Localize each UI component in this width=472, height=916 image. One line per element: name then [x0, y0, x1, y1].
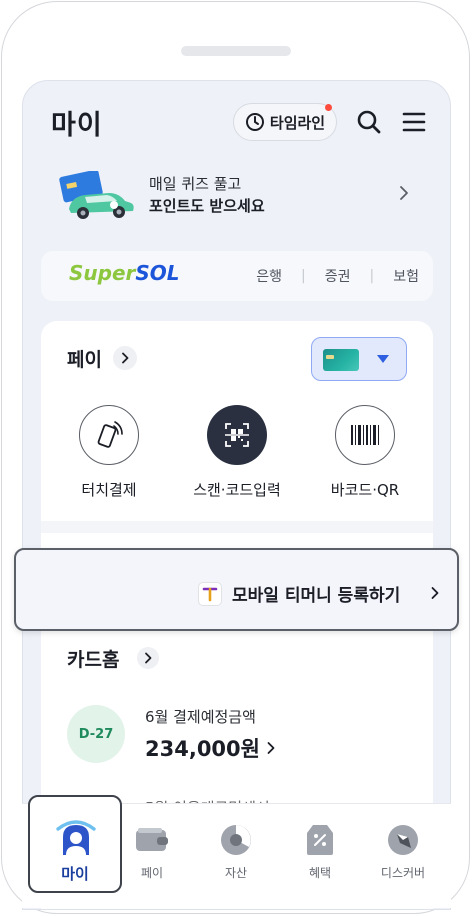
supersol-strip: SuperSOL 은행 | 증권 | 보험 [41, 251, 433, 301]
supersol-link-insurance[interactable]: 보험 [387, 266, 425, 286]
supersol-logo[interactable]: SuperSOL [69, 261, 180, 285]
chevron-right-icon [431, 587, 439, 599]
credit-card-icon [323, 349, 359, 371]
quiz-banner-line2: 포인트도 받으세요 [149, 197, 265, 215]
qr-scan-icon [207, 405, 267, 465]
nfc-touch-icon [79, 405, 139, 465]
pay-option-barcode-label: 바코드·QR [330, 481, 400, 499]
wallet-icon [134, 822, 170, 858]
dday-badge: D-27 [67, 705, 125, 763]
section-divider [41, 521, 433, 533]
pay-chevron-button[interactable] [113, 346, 137, 370]
nav-item-my[interactable]: 마이 [28, 795, 122, 893]
pay-option-scan-label: 스캔·코드입력 [193, 481, 281, 499]
pay-option-scan[interactable]: 스캔·코드입력 [177, 405, 297, 500]
bill-amount-link[interactable]: 234,000원 [145, 733, 276, 763]
nav-item-pay-label: 페이 [140, 866, 164, 880]
coupon-tag-icon [302, 822, 338, 858]
chevron-right-icon [267, 742, 275, 754]
pay-title[interactable]: 페이 [67, 345, 102, 372]
card-home-chevron-button[interactable] [137, 647, 159, 669]
barcode-icon [335, 405, 395, 465]
supersol-link-securities[interactable]: 증권 [319, 266, 357, 286]
chevron-right-icon [400, 186, 408, 200]
chevron-right-icon [145, 652, 152, 664]
tmoney-register-banner[interactable]: 모바일 티머니 등록하기 [14, 548, 459, 631]
bill-label: 6월 결제예정금액 [145, 708, 256, 726]
supersol-link-bank[interactable]: 은행 [250, 266, 288, 286]
tmoney-logo-icon [198, 582, 222, 606]
nav-item-pay[interactable]: 페이 [117, 822, 187, 881]
pay-option-touch[interactable]: 터치결제 [49, 405, 169, 500]
pie-chart-icon [218, 822, 254, 858]
notification-dot [325, 104, 332, 111]
home-person-icon [56, 820, 96, 855]
supersol-logo-super: Super [69, 261, 136, 285]
card-selector-dropdown[interactable] [311, 337, 407, 381]
nav-item-benefits[interactable]: 혜택 [285, 822, 355, 881]
quiz-banner[interactable]: 매일 퀴즈 풀고 포인트도 받으세요 [57, 171, 417, 231]
timeline-button[interactable]: 타임라인 [233, 103, 337, 141]
car-card-illustration-icon [59, 171, 134, 219]
pay-option-touch-label: 터치결제 [81, 481, 137, 499]
divider: | [301, 268, 306, 284]
caret-down-icon [377, 355, 389, 363]
bill-amount: 234,000원 [145, 737, 260, 761]
nav-item-benefits-label: 혜택 [308, 866, 332, 880]
supersol-logo-sol: SOL [135, 261, 180, 285]
timeline-label: 타임라인 [269, 113, 326, 132]
pay-option-barcode[interactable]: 바코드·QR [305, 405, 425, 500]
quiz-banner-line1: 매일 퀴즈 풀고 [149, 175, 242, 193]
search-icon[interactable] [356, 109, 382, 135]
clock-icon [245, 113, 264, 131]
chevron-right-icon [122, 352, 129, 364]
nav-item-assets-label: 자산 [224, 866, 248, 880]
app-screen: 마이 타임라인 매일 퀴즈 풀고 포인트도 받으세요 SuperSOL 은행 |… [22, 80, 451, 910]
card-home-title[interactable]: 카드홈 [67, 645, 119, 672]
nav-item-assets[interactable]: 자산 [201, 822, 271, 881]
supersol-links: 은행 | 증권 | 보험 [250, 266, 425, 286]
nav-item-discover-label: 디스커버 [380, 866, 426, 880]
page-title: 마이 [51, 110, 103, 141]
phone-speaker [181, 46, 291, 56]
nav-item-discover[interactable]: 디스커버 [368, 822, 438, 881]
compass-icon [385, 822, 421, 858]
divider: | [369, 268, 375, 284]
nav-item-my-label: 마이 [61, 865, 89, 883]
hamburger-menu-icon[interactable] [401, 109, 427, 135]
tmoney-register-label: 모바일 티머니 등록하기 [232, 586, 401, 606]
